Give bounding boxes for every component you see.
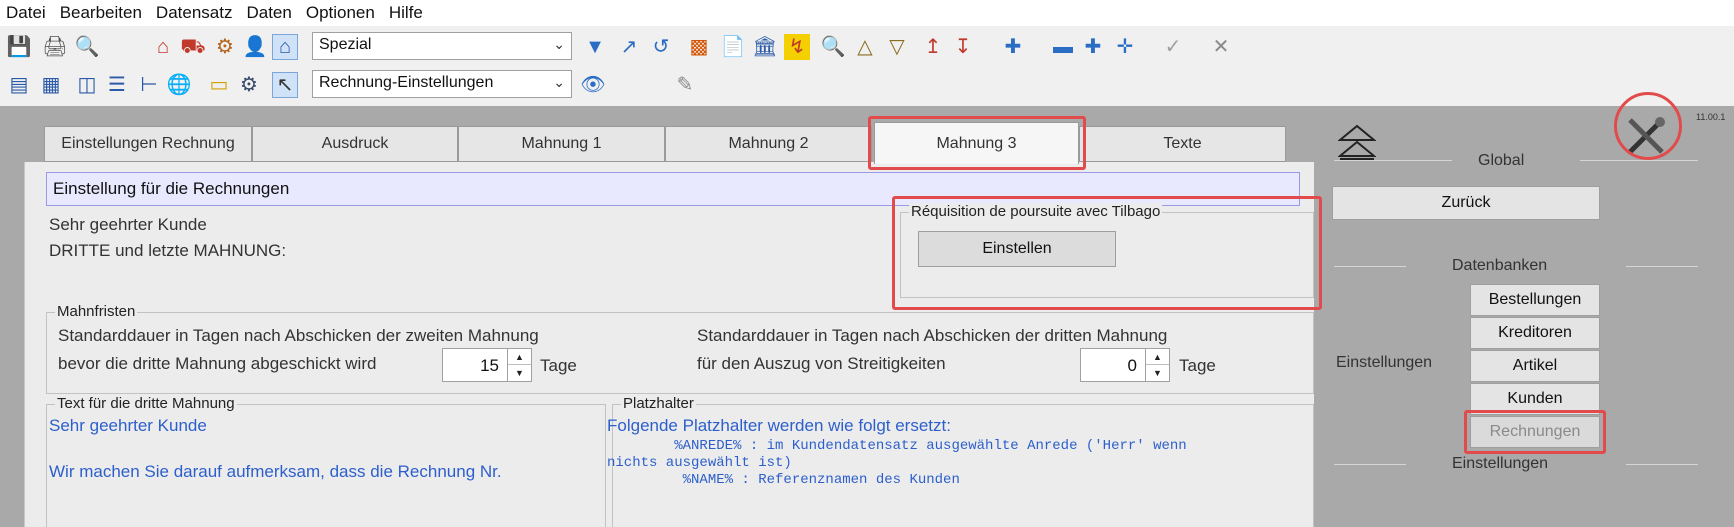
menu-daten[interactable]: Daten (246, 3, 291, 23)
collapse-up-icon[interactable] (1337, 124, 1377, 160)
chevron-down-icon[interactable]: ▼ (1146, 365, 1169, 381)
triangle-down-icon[interactable]: ▽ (884, 34, 910, 60)
menu-datensatz[interactable]: Datensatz (156, 3, 233, 23)
plus-large-icon[interactable]: ✛ (1112, 34, 1138, 60)
cursor-icon[interactable]: ↖ (272, 72, 298, 98)
text-line-1[interactable]: Sehr geehrter Kunde (49, 416, 207, 436)
user-icon[interactable]: 👤 (242, 34, 268, 60)
home-red-icon[interactable]: ⌂ (150, 34, 176, 60)
arrow-up-icon[interactable]: ↥ (920, 34, 946, 60)
highlight-tilbago (892, 196, 1322, 310)
einstellungen-label: Einstellungen (1336, 354, 1433, 371)
menu-datei[interactable]: Datei (6, 3, 46, 23)
scanner-icon[interactable]: ▭ (206, 72, 232, 98)
platzhalter-line-2: nichts ausgewählt ist) (607, 455, 792, 471)
mahnfristen-legend: Mahnfristen (55, 303, 138, 320)
close-icon[interactable]: ✕ (1208, 34, 1234, 60)
home-blue-icon[interactable]: ⌂ (272, 34, 298, 60)
platzhalter-line-3: %NAME% : Referenznamen des Kunden (607, 472, 960, 488)
chevron-down-icon[interactable]: ▼ (508, 365, 531, 381)
highlight-rechnungen (1464, 410, 1606, 454)
menu-hilfe[interactable]: Hilfe (389, 3, 423, 23)
minus-icon[interactable]: ▬ (1050, 34, 1076, 60)
import-icon[interactable]: ↺ (648, 34, 674, 60)
filter-icon[interactable]: ▼ (582, 34, 608, 60)
mahnfrist-right-line-1: Standarddauer in Tagen nach Abschicken d… (697, 326, 1168, 345)
db-button-bestellungen[interactable]: Bestellungen (1470, 284, 1600, 316)
gear-icon[interactable]: ⚙ (236, 72, 262, 98)
tab-texte[interactable]: Texte (1079, 126, 1286, 162)
chevron-up-icon[interactable]: ▲ (1146, 349, 1169, 365)
platzhalter-line-1: %ANREDE% : im Kundendatensatz ausgewählt… (607, 438, 1187, 454)
version-label: 11.00.1 (1696, 112, 1726, 122)
mahnfrist-left-line-1: Standarddauer in Tagen nach Abschicken d… (58, 326, 539, 345)
print-icon[interactable]: 🖨 (42, 34, 68, 60)
greeting-line-1: Sehr geehrter Kunde (49, 215, 207, 234)
grid-icon[interactable]: ◫ (74, 72, 100, 98)
arrow-down-icon[interactable]: ↧ (950, 34, 976, 60)
text-group-legend: Text für die dritte Mahnung (55, 395, 237, 412)
spezial-select[interactable]: Spezial ⌄ (312, 32, 572, 60)
menu-bar: Datei Bearbeiten Datensatz Daten Optione… (0, 0, 1734, 26)
mahnfrist-left-unit: Tage (540, 356, 577, 375)
text-line-2[interactable]: Wir machen Sie darauf aufmerksam, dass d… (49, 462, 502, 482)
eye-icon[interactable]: 👁 (580, 72, 606, 98)
toolbar-secondary: ▤ ▦ ◫ ☰ ⊢ 🌐 ▭ ⚙ ↖ Rechnung-Einstellungen… (0, 66, 1734, 104)
mahnfrist-right-line-2: für den Auszug von Streitigkeiten (697, 354, 946, 373)
mahnfrist-left-line-2: bevor die dritte Mahnung abgeschickt wir… (58, 354, 377, 373)
db-button-kreditoren[interactable]: Kreditoren (1470, 317, 1600, 349)
globe-icon[interactable]: 🌐 (166, 72, 192, 98)
mahnfrist-right-value: 0 (1127, 356, 1137, 375)
platzhalter-intro: Folgende Platzhalter werden wie folgt er… (607, 416, 951, 435)
chevron-down-icon: ⌄ (553, 74, 565, 90)
highlight-mahnung-3 (868, 116, 1086, 170)
mahnfrist-right-stepper[interactable]: 0 ▲ ▼ (1080, 348, 1170, 382)
save-icon[interactable]: 💾 (6, 34, 32, 60)
db-button-artikel[interactable]: Artikel (1470, 350, 1600, 382)
toolbar-main: 💾 🖨 🔍 ⌂ ⛟ ⚙ 👤 ⌂ Spezial ⌄ ▼ ↗ ↺ ▩ 📄 🏛 ↯ … (0, 28, 1734, 66)
tab-mahnung-2[interactable]: Mahnung 2 (665, 126, 872, 162)
print-preview-icon[interactable]: 🔍 (74, 34, 100, 60)
workspace: Einstellungen Rechnung Ausdruck Mahnung … (0, 92, 1734, 527)
tab-ausdruck[interactable]: Ausdruck (252, 126, 458, 162)
bank-icon[interactable]: 🏛 (752, 34, 778, 60)
chevron-up-icon[interactable]: ▲ (508, 349, 531, 365)
search-icon[interactable]: 🔍 (820, 34, 846, 60)
platzhalter-legend: Platzhalter (621, 395, 696, 412)
chevron-down-icon: ⌄ (553, 36, 565, 52)
chart-icon[interactable]: ▩ (686, 34, 712, 60)
mahnfrist-left-stepper[interactable]: 15 ▲ ▼ (442, 348, 532, 382)
view-select[interactable]: Rechnung-Einstellungen ⌄ (312, 70, 572, 98)
zurueck-button[interactable]: Zurück (1332, 186, 1600, 220)
plus-small-icon[interactable]: ✚ (1000, 34, 1026, 60)
datenbanken-label: Datenbanken (1452, 257, 1548, 274)
triangle-up-icon[interactable]: △ (852, 34, 878, 60)
truck-icon[interactable]: ⛟ (180, 34, 206, 60)
spezial-select-value: Spezial (319, 36, 372, 53)
menu-bearbeiten[interactable]: Bearbeiten (60, 3, 142, 23)
greeting-line-2: DRITTE und letzte MAHNUNG: (49, 241, 287, 260)
form-icon[interactable]: ▤ (6, 72, 32, 98)
view-select-value: Rechnung-Einstellungen (319, 74, 494, 91)
plus-icon[interactable]: ✚ (1080, 34, 1106, 60)
tree-icon[interactable]: ☰ (104, 72, 130, 98)
tab-einstellungen-rechnung[interactable]: Einstellungen Rechnung (44, 126, 252, 162)
navigation-panel: 11.00.1 Global Zurück Datenbanken Einste… (1314, 92, 1734, 527)
global-label: Global (1478, 152, 1525, 169)
tree-branch-icon[interactable]: ⊢ (136, 72, 162, 98)
einstellungen-label-2: Einstellungen (1452, 455, 1549, 472)
export-icon[interactable]: ↗ (616, 34, 642, 60)
highlight-tools (1614, 92, 1682, 160)
table-icon[interactable]: ▦ (38, 72, 64, 98)
mahnfrist-right-unit: Tage (1179, 356, 1216, 375)
mahnfrist-left-value: 15 (480, 356, 499, 375)
report-icon[interactable]: 📄 (720, 34, 746, 60)
check-icon[interactable]: ✓ (1160, 34, 1186, 60)
menu-optionen[interactable]: Optionen (306, 3, 375, 23)
transfer-icon[interactable]: ↯ (784, 34, 810, 60)
settings-panel: Einstellungen Rechnung Ausdruck Mahnung … (12, 116, 1322, 527)
tab-mahnung-1[interactable]: Mahnung 1 (458, 126, 665, 162)
screw-icon[interactable]: ⚙ (212, 34, 238, 60)
pencil-icon[interactable]: ✎ (672, 72, 698, 98)
